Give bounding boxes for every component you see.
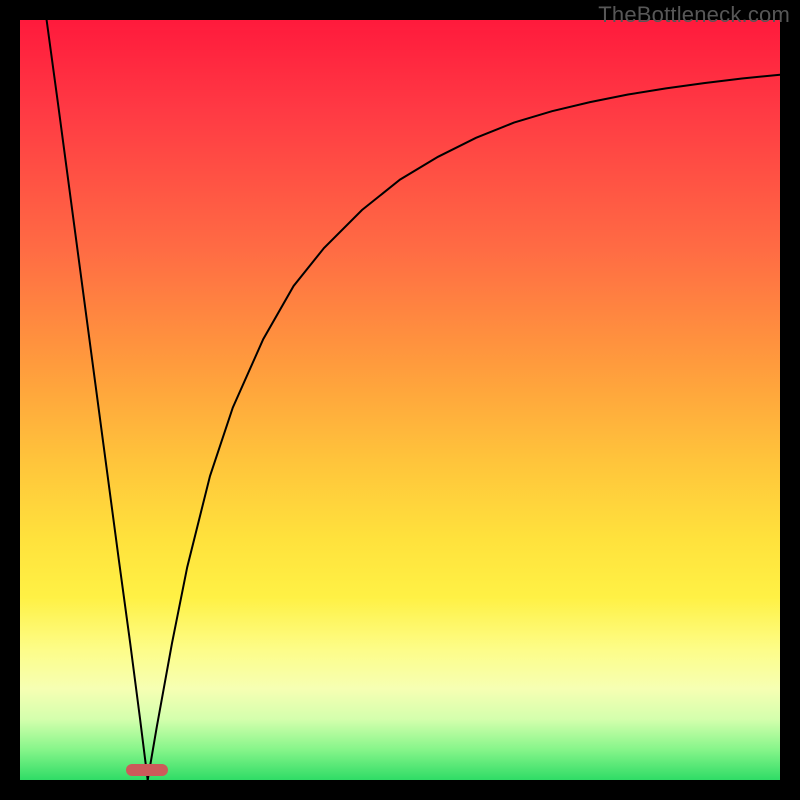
curve-left-branch bbox=[47, 20, 148, 780]
curve-right-branch bbox=[148, 75, 780, 780]
plot-area bbox=[20, 20, 780, 780]
watermark-text: TheBottleneck.com bbox=[598, 2, 790, 28]
chart-frame: TheBottleneck.com bbox=[0, 0, 800, 800]
curve-layer bbox=[20, 20, 780, 780]
optimum-marker bbox=[126, 764, 168, 776]
